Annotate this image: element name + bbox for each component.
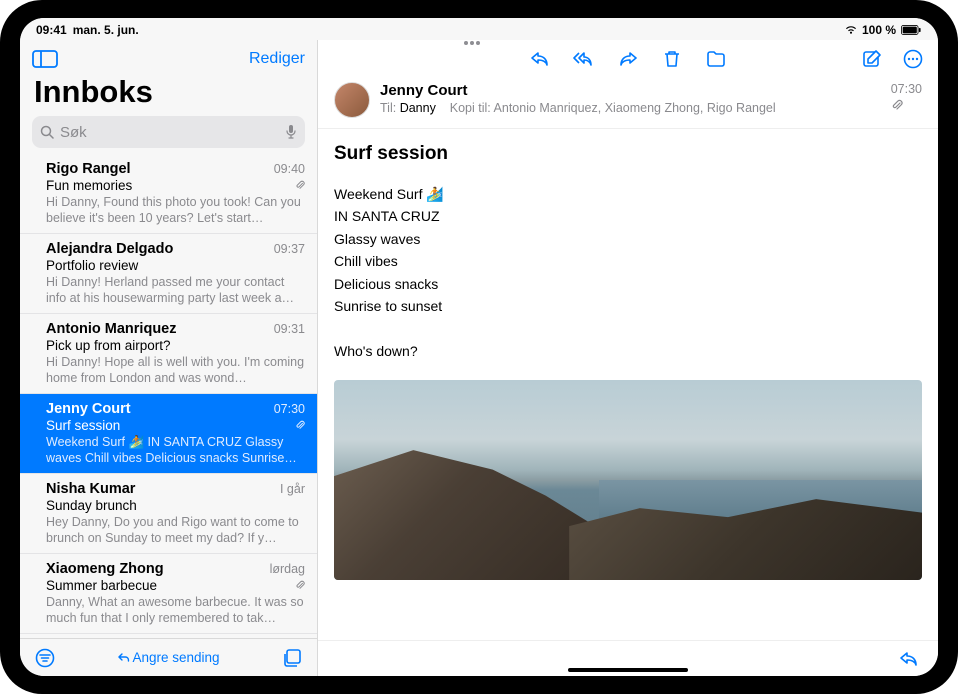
msg-sender: Xiaomeng Zhong (46, 561, 164, 577)
folder-icon[interactable] (705, 49, 727, 69)
sidebar-toggle-icon[interactable] (32, 49, 58, 69)
forward-icon[interactable] (617, 49, 639, 69)
mail-recipients[interactable]: Til: Danny Kopi til: Antonio Manriquez, … (380, 101, 881, 115)
msg-preview: Hi Danny! Herland passed me your contact… (46, 274, 305, 306)
avatar[interactable] (334, 82, 370, 118)
message-item[interactable]: Antonio Manriquez 09:31 Pick up from airpo… (20, 314, 317, 394)
message-item[interactable]: Xiaomeng Zhong lørdag Summer barbecueDanny… (20, 554, 317, 634)
msg-sender: Rigo Rangel (46, 161, 131, 177)
msg-sender: Jenny Court (46, 401, 131, 417)
reply-all-icon[interactable] (573, 49, 595, 69)
msg-subject: Pick up from airport? (46, 338, 171, 353)
msg-preview: Danny, What an awesome barbecue. It was … (46, 594, 305, 626)
msg-sender: Antonio Manriquez (46, 321, 177, 337)
battery-percent: 100 % (862, 23, 896, 37)
multitask-handle[interactable] (464, 40, 494, 44)
msg-time: 09:31 (274, 322, 305, 336)
more-icon[interactable] (902, 49, 924, 69)
compose-stack-icon[interactable] (281, 648, 303, 668)
search-icon (40, 125, 54, 139)
mail-attachment-image[interactable] (334, 380, 922, 580)
mail-content: Jenny Court Til: Danny Kopi til: Antonio… (318, 40, 938, 676)
msg-time: I går (280, 482, 305, 496)
msg-time: 09:37 (274, 242, 305, 256)
message-item[interactable]: Alejandra Delgado 09:37 Portfolio reviewHi… (20, 234, 317, 314)
mic-icon[interactable] (285, 124, 297, 140)
edit-button[interactable]: Rediger (249, 50, 305, 68)
mail-time: 07:30 (891, 82, 922, 96)
msg-subject: Portfolio review (46, 258, 138, 273)
attachment-icon (891, 99, 922, 111)
message-item[interactable]: Rigo Rangel 09:40 Fun memoriesHi Danny, Fo… (20, 154, 317, 234)
msg-sender: Nisha Kumar (46, 481, 135, 497)
mail-from[interactable]: Jenny Court (380, 82, 881, 99)
undo-send-button[interactable]: Angre sending (117, 650, 219, 665)
msg-sender: Alejandra Delgado (46, 241, 173, 257)
msg-subject: Sunday brunch (46, 498, 137, 513)
undo-icon (117, 652, 129, 664)
msg-subject: Fun memories (46, 178, 132, 193)
filter-icon[interactable] (34, 648, 56, 668)
status-time: 09:41 (36, 23, 67, 37)
mail-subject: Surf session (334, 143, 922, 165)
toolbar (318, 40, 938, 74)
mail-header: Jenny Court Til: Danny Kopi til: Antonio… (318, 74, 938, 129)
search-input[interactable]: Søk (32, 116, 305, 148)
status-date: man. 5. jun. (73, 23, 139, 37)
home-indicator[interactable] (568, 668, 688, 672)
reply-icon[interactable] (529, 49, 551, 69)
compose-icon[interactable] (862, 49, 884, 69)
msg-subject: Summer barbecue (46, 578, 157, 593)
battery-icon (900, 25, 922, 35)
message-item[interactable]: Nisha Kumar I går Sunday brunchHey Danny, … (20, 474, 317, 554)
status-bar: 09:41 man. 5. jun. 100 % (20, 18, 938, 40)
message-list: Rigo Rangel 09:40 Fun memoriesHi Danny, Fo… (20, 154, 317, 638)
sidebar: Rediger Innboks Søk Rigo Rangel 09:40 Fun … (20, 40, 318, 676)
wifi-icon (844, 25, 858, 35)
msg-preview: Hi Danny! Hope all is well with you. I'm… (46, 354, 305, 386)
msg-time: 07:30 (274, 402, 305, 416)
msg-preview: Hey Danny, Do you and Rigo want to come … (46, 514, 305, 546)
mail-body[interactable]: Surf session Weekend Surf 🏄IN SANTA CRUZ… (318, 129, 938, 640)
message-item[interactable]: Jenny Court 07:30 Surf sessionWeekend Surf… (20, 394, 317, 474)
msg-subject: Surf session (46, 418, 120, 433)
msg-time: lørdag (270, 562, 305, 576)
search-placeholder: Søk (60, 124, 285, 141)
reply-footer-icon[interactable] (898, 649, 920, 669)
mail-text: Weekend Surf 🏄IN SANTA CRUZGlassy wavesC… (334, 183, 922, 362)
trash-icon[interactable] (661, 49, 683, 69)
page-title: Innboks (20, 74, 317, 116)
msg-preview: Hi Danny, Found this photo you took! Can… (46, 194, 305, 226)
msg-time: 09:40 (274, 162, 305, 176)
msg-preview: Weekend Surf 🏄 IN SANTA CRUZ Glassy wave… (46, 434, 305, 466)
